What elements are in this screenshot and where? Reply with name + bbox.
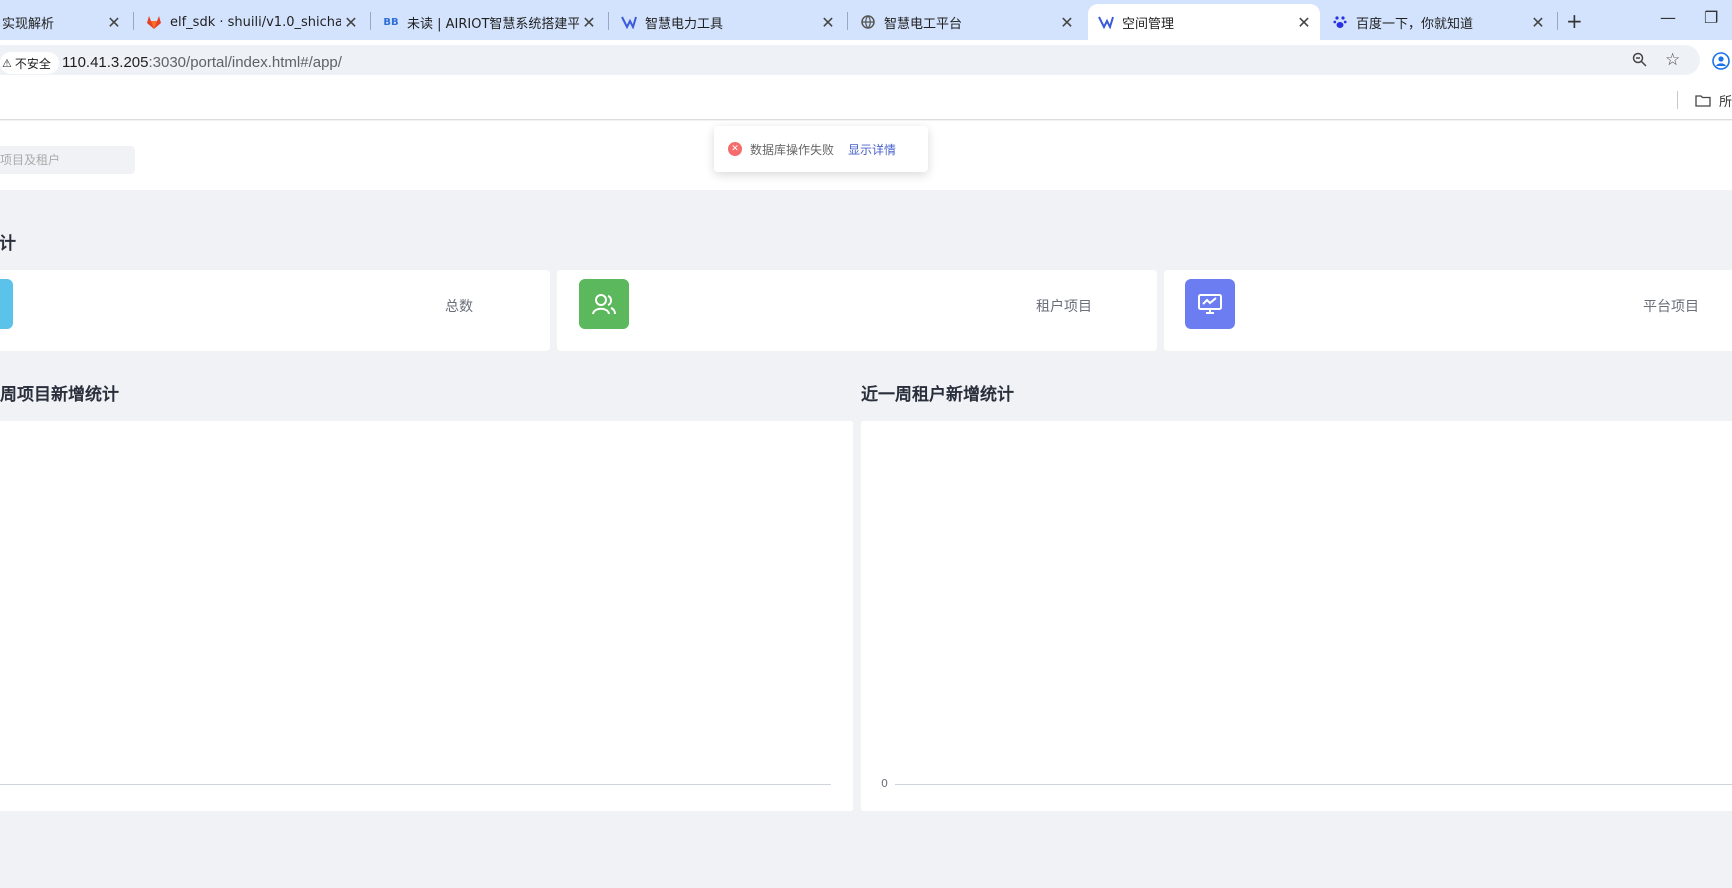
all-bookmarks-folder[interactable]: 所有书签: [1695, 91, 1732, 110]
warning-icon: ⚠: [2, 56, 12, 70]
monitor-icon: [1185, 279, 1235, 329]
url-path: :3030/portal/index.html#/app/: [148, 54, 342, 71]
search-input[interactable]: [0, 146, 135, 174]
close-icon[interactable]: ✕: [1528, 13, 1548, 32]
baidu-icon: [1332, 14, 1348, 30]
bookmarks-bar: [0, 80, 1732, 120]
project-chart-heading: 近一周项目新增统计: [0, 385, 119, 405]
star-icon[interactable]: ☆: [1665, 50, 1680, 70]
folder-icon: [1695, 95, 1711, 107]
airiot-icon: [621, 14, 637, 30]
close-icon[interactable]: ✕: [818, 13, 838, 32]
insecure-label: 不安全: [14, 56, 51, 71]
zoom-icon[interactable]: [1632, 52, 1647, 71]
security-indicator[interactable]: ⚠ 不安全: [0, 52, 59, 74]
browser-tab[interactable]: elf_sdk · shuili/v1.0_shichang ✕: [136, 4, 367, 40]
close-icon[interactable]: ✕: [104, 13, 124, 32]
stats-heading: 统计: [0, 234, 16, 254]
tab-title: 智慧电力工具: [645, 16, 724, 32]
browser-tab[interactable]: 实现解析 ✕: [0, 4, 130, 40]
browser-tab[interactable]: 智慧电力工具 ✕: [611, 4, 844, 40]
error-toast: ✕ 数据库操作失败 显示详情: [714, 126, 928, 172]
tenant-chart-heading: 近一周租户新增统计: [861, 385, 1014, 405]
tab-title: 空间管理: [1122, 16, 1175, 32]
stat-card-total: 总数: [0, 270, 550, 351]
tab-title: elf_sdk · shuili/v1.0_shichang: [170, 14, 341, 30]
url-text[interactable]: 110.41.3.205:3030/portal/index.html#/app…: [62, 54, 342, 71]
tab-title: 实现解析: [2, 16, 55, 32]
browser-tab-active[interactable]: 空间管理 ✕: [1088, 4, 1320, 40]
tab-title: 智慧电工平台: [884, 16, 963, 32]
close-icon[interactable]: ✕: [1294, 13, 1314, 32]
tab-separator: [608, 12, 609, 30]
stat-label: 租户项目: [1036, 299, 1092, 315]
restore-icon[interactable]: ❐: [1704, 8, 1718, 27]
toast-message: 数据库操作失败: [750, 142, 835, 157]
tenant-chart-panel: 0: [861, 421, 1732, 811]
url-host: 110.41.3.205: [62, 54, 149, 71]
show-details-link[interactable]: 显示详情: [848, 141, 896, 158]
error-icon: ✕: [728, 142, 742, 156]
bb-icon: BB: [383, 16, 399, 28]
profile-icon[interactable]: [1712, 52, 1730, 74]
close-icon[interactable]: ✕: [1057, 13, 1077, 32]
project-chart-panel: [0, 421, 853, 811]
document-icon: [0, 279, 13, 329]
browser-tab[interactable]: 百度一下，你就知道 ✕: [1322, 4, 1554, 40]
chart-x-axis: [895, 784, 1732, 785]
chart-x-axis: [0, 784, 831, 785]
browser-tab[interactable]: BB 未读 | AIRIOT智慧系统搭建平台 ✕: [373, 4, 605, 40]
close-icon[interactable]: ✕: [579, 13, 599, 32]
gitlab-icon: [146, 14, 162, 30]
minimize-icon[interactable]: —: [1660, 8, 1676, 27]
tab-title: 未读 | AIRIOT智慧系统搭建平台: [407, 16, 579, 32]
airiot-icon: [1098, 14, 1114, 30]
tab-title: 百度一下，你就知道: [1356, 16, 1474, 32]
bookmark-separator: [1677, 91, 1678, 109]
stat-label: 平台项目: [1643, 299, 1699, 315]
stat-card-platform: 平台项目: [1164, 270, 1732, 351]
globe-icon: [860, 14, 876, 30]
new-tab-button[interactable]: +: [1566, 9, 1583, 33]
close-icon[interactable]: ✕: [341, 13, 361, 32]
users-icon: [579, 279, 629, 329]
y-axis-tick: 0: [881, 777, 888, 790]
bookmark-folder-label: 所有书签: [1719, 95, 1732, 110]
tab-separator: [1557, 12, 1558, 30]
tab-separator: [847, 12, 848, 30]
stat-label: 总数: [445, 299, 473, 315]
stat-card-tenant: 租户项目: [557, 270, 1157, 351]
tab-separator: [370, 12, 371, 30]
tab-separator: [133, 12, 134, 30]
browser-tab[interactable]: 智慧电工平台 ✕: [850, 4, 1083, 40]
